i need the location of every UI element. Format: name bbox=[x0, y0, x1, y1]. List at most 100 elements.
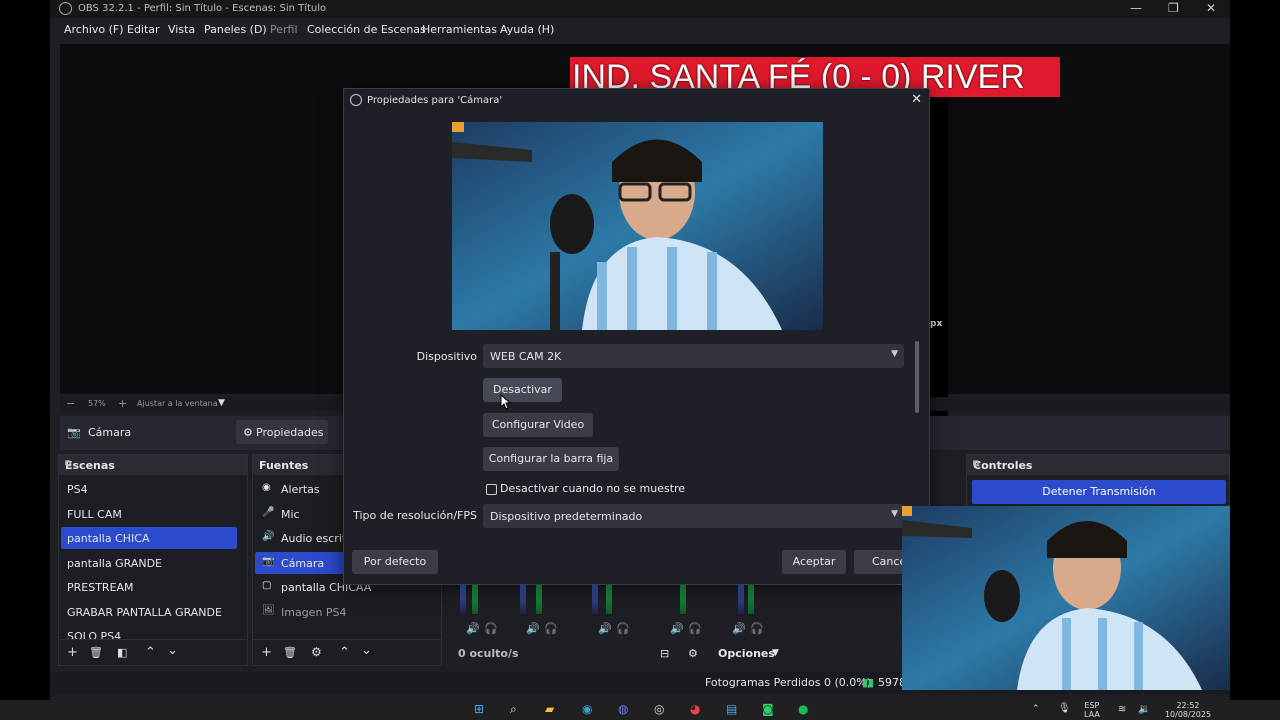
windows-start-icon[interactable]: ⊞ bbox=[474, 702, 484, 716]
headphones-icon[interactable]: 🎧 bbox=[688, 622, 702, 635]
menu-ayuda[interactable]: Ayuda (H) bbox=[500, 23, 554, 36]
speaker-icon[interactable]: 🔊 bbox=[466, 622, 480, 635]
zoom-in-button[interactable]: + bbox=[118, 397, 127, 410]
move-up-button[interactable]: ⌃ bbox=[339, 645, 350, 660]
volume-meter bbox=[606, 584, 612, 614]
zoom-out-button[interactable]: − bbox=[66, 397, 75, 410]
webcam-overlay bbox=[902, 506, 1230, 690]
filter-icon[interactable]: ◧ bbox=[117, 646, 127, 659]
obs-logo-icon bbox=[59, 2, 72, 15]
resolution-select[interactable]: Dispositivo predeterminado ▼ bbox=[483, 504, 904, 528]
deactivate-button[interactable]: Desactivar bbox=[483, 378, 562, 402]
chevron-up-icon[interactable]: ⌃ bbox=[1032, 704, 1040, 714]
gear-icon[interactable]: ⚙ bbox=[311, 645, 322, 659]
defaults-button[interactable]: Por defecto bbox=[352, 550, 438, 574]
mixer-settings-icon[interactable]: ⚙ bbox=[688, 647, 698, 660]
dialog-footer: Por defecto Aceptar Cancela bbox=[344, 541, 929, 584]
move-down-button[interactable]: ⌄ bbox=[167, 643, 178, 658]
headphones-icon[interactable]: 🎧 bbox=[484, 622, 498, 635]
menu-editar[interactable]: Editar bbox=[127, 23, 160, 36]
notepad-icon[interactable]: ▤ bbox=[726, 702, 737, 716]
options-button[interactable]: Opciones bbox=[718, 647, 775, 660]
undock-icon[interactable]: ⧉ bbox=[65, 459, 241, 469]
headphones-icon[interactable]: 🎧 bbox=[544, 622, 558, 635]
edge-icon[interactable]: ◉ bbox=[582, 702, 592, 716]
controls-header: Controles ⧉ bbox=[967, 455, 1229, 475]
chevron-down-icon[interactable]: ▼ bbox=[218, 398, 225, 408]
volume-meter bbox=[680, 584, 686, 614]
volume-icon[interactable]: 🔉 bbox=[1138, 704, 1150, 715]
scenes-header: Escenas ⧉ bbox=[59, 455, 247, 475]
chrome-icon[interactable]: ◕ bbox=[690, 702, 700, 716]
title-bar: OBS 32.2.1 - Perfil: Sin Título - Escena… bbox=[50, 0, 1230, 18]
add-source-button[interactable]: + bbox=[261, 645, 272, 660]
px-label: px bbox=[930, 319, 943, 329]
menu-paneles[interactable]: Paneles (D) bbox=[204, 23, 267, 36]
language-indicator[interactable]: ESP LAA bbox=[1084, 701, 1100, 719]
wifi-icon[interactable]: ≋ bbox=[1118, 704, 1126, 715]
scene-item[interactable]: GRABAR PANTALLA GRANDE bbox=[61, 601, 237, 623]
speaker-icon[interactable]: 🔊 bbox=[670, 622, 684, 635]
device-label: Dispositivo bbox=[416, 350, 477, 363]
scene-item[interactable]: PS4 bbox=[61, 478, 237, 500]
menu-coleccion-escenas[interactable]: Colección de Escenas bbox=[307, 23, 426, 36]
minimize-button[interactable]: — bbox=[1130, 1, 1142, 15]
source-item[interactable]: 🖼 Imagen PS4 bbox=[255, 601, 438, 623]
add-scene-button[interactable]: + bbox=[67, 645, 78, 660]
menu-archivo[interactable]: Archivo (F) bbox=[64, 23, 124, 36]
scene-item[interactable]: pantalla CHICA bbox=[61, 527, 237, 549]
scene-item[interactable]: FULL CAM bbox=[61, 503, 237, 525]
layout-icon[interactable]: ⊟ bbox=[660, 647, 669, 660]
folder-icon[interactable]: ▰ bbox=[545, 702, 554, 716]
mic-icon: 🎤 bbox=[262, 506, 275, 518]
resolution-label: Tipo de resolución/FPS bbox=[353, 509, 477, 522]
fit-window-option[interactable]: Ajustar a la ventana bbox=[137, 399, 218, 408]
obs-logo-icon bbox=[350, 94, 362, 106]
move-up-button[interactable]: ⌃ bbox=[145, 645, 156, 660]
dialog-close-button[interactable]: ✕ bbox=[911, 92, 922, 107]
maximize-button[interactable]: ❐ bbox=[1168, 1, 1179, 15]
properties-button[interactable]: ⚙ Propiedades bbox=[236, 420, 328, 444]
speaker-icon[interactable]: 🔊 bbox=[732, 622, 746, 635]
hidden-count: 0 oculto/s bbox=[458, 647, 519, 660]
discord-icon[interactable]: ◍ bbox=[618, 702, 628, 716]
clock[interactable]: 22:52 10/08/2025 bbox=[1160, 701, 1216, 719]
obs-taskbar-icon[interactable]: ◎ bbox=[654, 702, 664, 716]
trash-icon[interactable]: 🗑 bbox=[283, 646, 297, 659]
scene-item[interactable]: pantalla GRANDE bbox=[61, 552, 237, 574]
spotify-icon[interactable]: ● bbox=[798, 702, 808, 716]
display-icon: ▢ bbox=[262, 580, 272, 591]
deactivate-when-hidden-checkbox[interactable] bbox=[486, 484, 497, 495]
volume-meter bbox=[472, 584, 478, 614]
close-button[interactable]: ✕ bbox=[1206, 1, 1216, 15]
dialog-scrollbar[interactable] bbox=[915, 341, 919, 413]
alert-icon: ◉ bbox=[262, 482, 271, 493]
camera-icon: 📷 bbox=[262, 555, 275, 567]
accept-button[interactable]: Aceptar bbox=[782, 550, 846, 574]
device-select[interactable]: WEB CAM 2K ▼ bbox=[483, 344, 904, 368]
speaker-icon[interactable]: 🔊 bbox=[598, 622, 612, 635]
mic-icon[interactable]: 🎙 bbox=[1058, 703, 1071, 714]
volume-meter bbox=[748, 584, 754, 614]
headphones-icon[interactable]: 🎧 bbox=[750, 622, 764, 635]
undock-icon[interactable]: ⧉ bbox=[973, 459, 1223, 469]
properties-dialog: Propiedades para 'Cámara' ✕ Dispositivo … bbox=[343, 88, 930, 585]
menu-vista[interactable]: Vista bbox=[168, 23, 195, 36]
scene-item[interactable]: PRESTREAM bbox=[61, 576, 237, 598]
selected-source-name: Cámara bbox=[88, 426, 132, 439]
dialog-title: Propiedades para 'Cámara' bbox=[367, 95, 503, 106]
search-icon[interactable]: ⌕ bbox=[510, 702, 517, 717]
headphones-icon[interactable]: 🎧 bbox=[616, 622, 630, 635]
configure-video-button[interactable]: Configurar Video bbox=[483, 413, 593, 437]
menu-herramientas[interactable]: Herramientas bbox=[422, 23, 497, 36]
configure-crossbar-button[interactable]: Configurar la barra fija bbox=[483, 447, 619, 471]
mixer-footer: 0 oculto/s ⊟ ⚙ Opciones ▼ bbox=[446, 644, 806, 664]
move-down-button[interactable]: ⌄ bbox=[361, 643, 372, 658]
whatsapp-icon[interactable]: ◙ bbox=[762, 702, 774, 716]
camera-preview bbox=[452, 122, 823, 330]
stop-stream-button[interactable]: Detener Transmisión bbox=[972, 480, 1226, 504]
menu-perfil[interactable]: Perfil bbox=[270, 23, 298, 36]
trash-icon[interactable]: 🗑 bbox=[89, 646, 103, 659]
speaker-icon[interactable]: 🔊 bbox=[526, 622, 540, 635]
chevron-down-icon[interactable]: ▼ bbox=[772, 648, 779, 658]
